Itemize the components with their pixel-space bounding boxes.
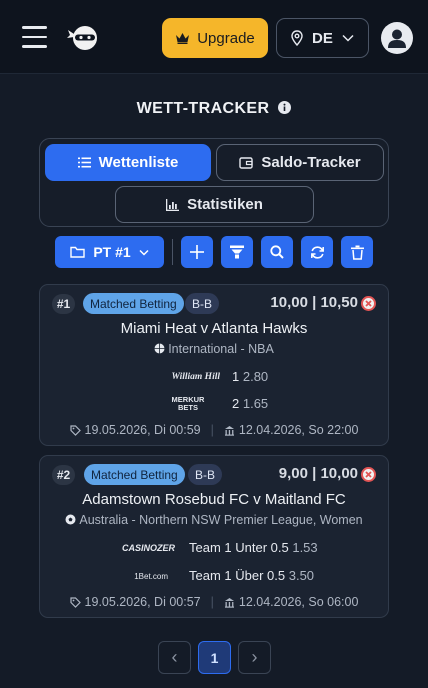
toolbar-divider [172, 239, 173, 265]
tab-wettenliste[interactable]: Wettenliste [45, 144, 211, 181]
tab-label: Statistiken [187, 196, 263, 213]
bookmaker-logo: William Hill [160, 367, 220, 387]
app-header: Upgrade DE [0, 0, 428, 74]
page-title-text: WETT-TRACKER [136, 100, 270, 117]
list-icon [77, 157, 91, 168]
league-name: Australia - Northern NSW Premier League,… [79, 513, 363, 527]
stadium-icon [224, 425, 234, 436]
league-name: International - NBA [168, 342, 274, 356]
location-pin-icon [291, 30, 303, 46]
selection-pick: Team 1 Über 0.5 3.50 [189, 568, 315, 583]
filter-icon [230, 245, 244, 259]
search-icon [270, 245, 284, 259]
wallet-icon [239, 156, 254, 169]
chevron-down-icon [139, 249, 149, 256]
tag-icon [69, 424, 81, 436]
search-button[interactable] [261, 236, 293, 268]
selection-row: William Hill 1 2.80 [40, 367, 388, 387]
stadium-icon [224, 597, 234, 608]
selection-row: Casinozer Team 1 Unter 0.5 1.53 [40, 538, 388, 558]
bet-mode-badge: B-B [185, 293, 220, 314]
bookmaker-name: William Hill [171, 372, 220, 382]
bookmaker-name: 1Bet.com [134, 571, 168, 581]
bookmaker-name: Casinozer [121, 543, 175, 553]
league-line: International - NBA [40, 342, 388, 356]
refresh-button[interactable] [301, 236, 333, 268]
chevron-down-icon [342, 34, 354, 42]
selection-pick: 2 1.65 [232, 396, 269, 411]
trash-icon [350, 245, 364, 260]
prev-page-button[interactable]: ‹ [158, 641, 191, 674]
page-title: WETT-TRACKER [0, 100, 428, 118]
folder-select-button[interactable]: PT #1 [55, 236, 164, 268]
selection-row: 1Bet.com Team 1 Über 0.5 3.50 [40, 566, 388, 586]
next-page-button[interactable]: › [238, 641, 271, 674]
bookmaker-name: Merkur Bets [171, 395, 205, 412]
bookmaker-logo: Casinozer [120, 538, 175, 558]
tag-icon [69, 596, 81, 608]
upgrade-label: Upgrade [197, 29, 255, 47]
tab-statistiken[interactable]: Statistiken [115, 186, 314, 223]
basketball-icon [154, 343, 165, 354]
language-label: DE [312, 29, 333, 47]
bookmaker-logo: 1Bet.com [120, 566, 168, 586]
folder-icon [70, 246, 86, 258]
bet-card[interactable]: #1 Matched Betting B-B 10,00 | 10,50 Mia… [39, 284, 389, 446]
view-tabs: Wettenliste Saldo-Tracker Statistiken [39, 138, 389, 227]
refresh-icon [310, 245, 324, 259]
upgrade-button[interactable]: Upgrade [162, 18, 268, 58]
language-selector[interactable]: DE [276, 18, 369, 58]
chevron-right-icon: › [251, 647, 258, 667]
bet-index: #1 [52, 294, 75, 314]
crown-icon [176, 33, 190, 44]
event-name: Miami Heat v Atlanta Hawks [120, 320, 308, 337]
remove-bet-icon[interactable] [361, 296, 376, 311]
event-date: 12.04.2026, So 22:00 [238, 423, 359, 437]
user-avatar[interactable] [381, 22, 413, 54]
delete-button[interactable] [341, 236, 373, 268]
bet-odds: 10,00 | 10,50 [270, 294, 358, 311]
soccer-ball-icon [65, 514, 76, 525]
filter-button[interactable] [221, 236, 253, 268]
bet-index: #2 [52, 465, 75, 485]
tab-saldo-tracker[interactable]: Saldo-Tracker [216, 144, 384, 181]
bet-odds: 9,00 | 10,00 [278, 465, 358, 482]
bet-mode-badge: B-B [188, 464, 223, 485]
selection-pick: Team 1 Unter 0.5 1.53 [189, 540, 318, 555]
league-line: Australia - Northern NSW Premier League,… [40, 513, 388, 527]
bar-chart-icon [166, 198, 180, 211]
chevron-left-icon: ‹ [171, 647, 178, 667]
user-icon [388, 29, 406, 48]
bet-dates: 19.05.2026, Di 00:59 | 12.04.2026, So 22… [40, 423, 388, 437]
created-date: 19.05.2026, Di 00:57 [84, 595, 201, 609]
bet-dates: 19.05.2026, Di 00:57 | 12.04.2026, So 06… [40, 595, 388, 609]
bet-type-badge: Matched Betting [83, 293, 184, 314]
created-date: 19.05.2026, Di 00:59 [84, 423, 201, 437]
menu-icon[interactable] [22, 26, 47, 48]
selection-row: Merkur Bets 2 1.65 [40, 394, 388, 414]
event-date: 12.04.2026, So 06:00 [238, 595, 359, 609]
remove-bet-icon[interactable] [361, 467, 376, 482]
info-icon[interactable] [278, 101, 292, 114]
event-name: Adamstown Rosebud FC v Maitland FC [82, 491, 346, 508]
bookmaker-logo: Merkur Bets [160, 394, 208, 414]
folder-label: PT #1 [93, 244, 131, 260]
add-bet-button[interactable] [181, 236, 213, 268]
plus-icon [190, 245, 204, 259]
tab-label: Wettenliste [98, 154, 179, 171]
bet-type-badge: Matched Betting [84, 464, 185, 485]
tab-label: Saldo-Tracker [261, 154, 361, 171]
bet-card[interactable]: #2 Matched Betting B-B 9,00 | 10,00 Adam… [39, 455, 389, 618]
ninja-logo-icon[interactable] [67, 24, 99, 52]
page-number-button[interactable]: 1 [198, 641, 231, 674]
selection-pick: 1 2.80 [232, 369, 269, 384]
